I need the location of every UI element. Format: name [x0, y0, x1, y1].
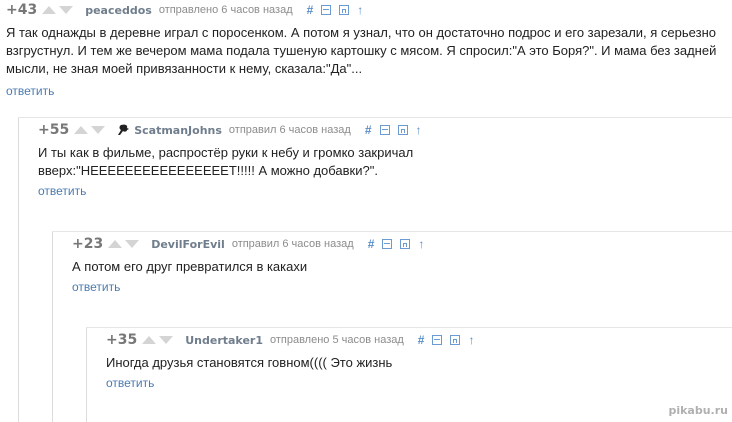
thread-branch-line: [18, 118, 19, 422]
parent-arrow-icon[interactable]: ↑: [418, 238, 424, 250]
comment-header: +55 ScatmanJohns отправил 6 часов назад …: [38, 120, 732, 140]
comment-tools: # ↑: [307, 3, 364, 17]
reply-link[interactable]: ответить: [106, 376, 154, 390]
comment: +23 DevilForEvil отправил 6 часов назад …: [66, 234, 732, 296]
comment-rating: +55: [38, 122, 70, 138]
parent-arrow-icon[interactable]: ↑: [357, 4, 363, 16]
thread-divider: [18, 117, 732, 118]
save-icon[interactable]: [450, 335, 461, 345]
comment-rating: +35: [106, 332, 138, 348]
comment-tools: # ↑: [368, 237, 425, 251]
comment-tools: # ↑: [418, 333, 475, 347]
thread-divider: [52, 231, 732, 232]
vote-up-icon[interactable]: [142, 336, 157, 344]
collapse-icon[interactable]: [432, 335, 443, 345]
permalink-icon[interactable]: #: [418, 333, 425, 347]
collapse-icon[interactable]: [321, 5, 332, 15]
comment-text: А потом его друг превратился в какахи: [72, 259, 308, 274]
vote-down-icon[interactable]: [91, 126, 106, 134]
comment-text: Иногда друзья становятся говном(((( Это …: [106, 355, 393, 370]
permalink-icon[interactable]: #: [365, 123, 372, 137]
comment-header: +35 Undertaker1 отправлено 5 часов назад…: [106, 330, 732, 350]
comment: +35 Undertaker1 отправлено 5 часов назад…: [100, 330, 732, 392]
thread-branch-line: [86, 328, 87, 422]
comment-header: +23 DevilForEvil отправил 6 часов назад …: [72, 234, 732, 254]
collapse-icon[interactable]: [382, 239, 393, 249]
vote-up-icon[interactable]: [42, 6, 57, 14]
comment: +55 ScatmanJohns отправил 6 часов назад …: [32, 120, 732, 200]
thread-divider: [86, 327, 732, 328]
save-icon[interactable]: [397, 125, 408, 135]
save-icon[interactable]: [339, 5, 350, 15]
parent-arrow-icon[interactable]: ↑: [416, 124, 422, 136]
parent-arrow-icon[interactable]: ↑: [468, 334, 474, 346]
save-icon[interactable]: [400, 239, 411, 249]
collapse-icon[interactable]: [379, 125, 390, 135]
comment-rating: +43: [6, 2, 38, 18]
comment-author[interactable]: Undertaker1: [185, 334, 263, 347]
comment-rating: +23: [72, 236, 104, 252]
comment-tools: # ↑: [365, 123, 422, 137]
reply-link[interactable]: ответить: [6, 84, 54, 98]
comment-text: Я так однажды в деревне играл с поросенк…: [6, 25, 717, 76]
reply-link[interactable]: ответить: [38, 184, 86, 198]
comment-author[interactable]: DevilForEvil: [151, 238, 225, 251]
comment-author[interactable]: peaceddos: [85, 4, 152, 17]
vote-down-icon[interactable]: [159, 336, 174, 344]
vote-up-icon[interactable]: [74, 126, 89, 134]
vote-down-icon[interactable]: [59, 6, 74, 14]
comment-time: отправлено 6 часов назад: [158, 4, 293, 16]
comment-time: отправил 6 часов назад: [228, 124, 351, 136]
comment: +43 peaceddos отправлено 6 часов назад #…: [0, 0, 732, 100]
comment-time: отправлено 5 часов назад: [269, 334, 404, 346]
vote-up-icon[interactable]: [108, 240, 123, 248]
vote-down-icon[interactable]: [125, 240, 140, 248]
comment-header: +43 peaceddos отправлено 6 часов назад #…: [6, 0, 732, 20]
comment-author[interactable]: ScatmanJohns: [134, 124, 222, 137]
comment-text: И ты как в фильме, распростёр руки к неб…: [38, 145, 414, 178]
comment-time: отправил 6 часов назад: [231, 238, 354, 250]
reply-link[interactable]: ответить: [72, 280, 120, 294]
permalink-icon[interactable]: #: [368, 237, 375, 251]
user-avatar-icon: [118, 124, 130, 135]
site-watermark: pikabu.ru: [668, 404, 728, 417]
thread-branch-line: [52, 232, 53, 422]
permalink-icon[interactable]: #: [307, 3, 314, 17]
